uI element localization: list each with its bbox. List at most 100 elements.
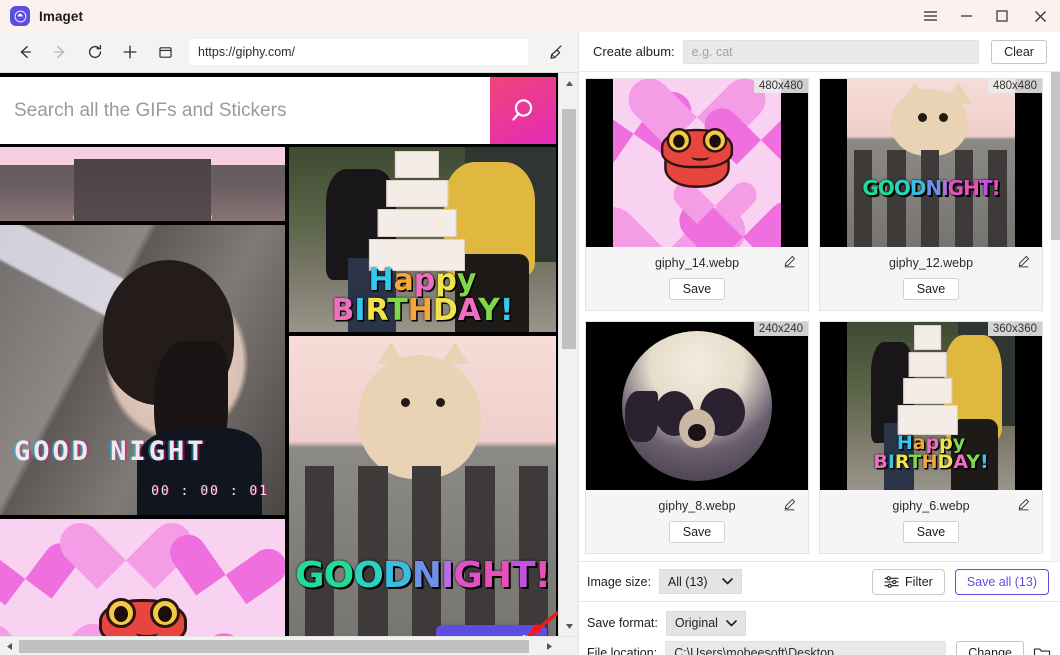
goodnight-kitten-art — [289, 336, 556, 646]
scroll-up-arrow-icon[interactable] — [559, 73, 579, 93]
save-format-select[interactable]: Original — [666, 611, 746, 636]
save-format-value: Original — [675, 616, 718, 630]
arrow-left-icon — [16, 43, 34, 61]
tabs-button[interactable] — [150, 37, 180, 67]
search-input[interactable]: Search all the GIFs and Stickers — [0, 100, 490, 122]
imaget-side-panel: Create album: e.g. cat Clear — [578, 32, 1060, 655]
save-button[interactable]: Save — [903, 521, 960, 543]
good-night-timecode: 00 : 00 : 01 — [151, 484, 269, 499]
arrow-right-icon — [51, 43, 69, 61]
imaget-window: Imaget — [0, 0, 1060, 655]
rename-button[interactable] — [1017, 498, 1030, 516]
gif-column-right: Happy BIRTHDAY! — [289, 147, 556, 646]
address-bar[interactable]: https://giphy.com/ — [189, 39, 528, 65]
goodnight-kitten-art — [847, 79, 1015, 247]
image-thumbnail[interactable]: 240x240 — [586, 322, 808, 490]
maximize-button[interactable] — [984, 0, 1020, 32]
chevron-down-icon — [726, 620, 737, 627]
gif-tile-good-night[interactable]: GOOD NIGHT 00 : 00 : 01 — [0, 225, 285, 515]
pencil-icon — [1017, 255, 1030, 268]
file-location-row: File location: C:\Users\mobeesoft\Deskto… — [587, 640, 1051, 655]
window-controls — [912, 0, 1060, 32]
reload-button[interactable] — [80, 37, 110, 67]
change-location-button[interactable]: Change — [956, 641, 1024, 655]
open-folder-button[interactable] — [1033, 646, 1051, 655]
image-size-badge: 480x480 — [754, 79, 808, 93]
image-size-select[interactable]: All (13) — [659, 569, 742, 594]
image-card[interactable]: 480x480 giphy_14.webp Save — [585, 78, 809, 311]
cloud-download-icon — [14, 10, 27, 23]
pink-hearts-frog-art — [0, 519, 285, 655]
panel-settings: Save format: Original File location: C:\… — [579, 601, 1060, 655]
gif-grid: GOOD NIGHT 00 : 00 : 01 — [0, 147, 556, 655]
filter-label: Filter — [905, 575, 933, 589]
file-location-input[interactable]: C:\Users\mobeesoft\Desktop — [665, 641, 946, 655]
image-card-meta: giphy_12.webp — [820, 247, 1042, 278]
app-logo — [10, 6, 30, 26]
image-size-badge: 240x240 — [754, 322, 808, 336]
close-button[interactable] — [1020, 0, 1060, 32]
new-tab-button[interactable] — [115, 37, 145, 67]
image-card[interactable]: 240x240 giphy_8.webp Save — [585, 321, 809, 554]
image-size-value: All (13) — [668, 575, 708, 589]
save-button[interactable]: Save — [669, 521, 726, 543]
address-bar-text: https://giphy.com/ — [198, 45, 295, 59]
webview-vertical-scrollbar[interactable] — [558, 73, 578, 636]
hamburger-menu-icon — [923, 10, 938, 22]
good-night-caption: GOOD NIGHT — [14, 436, 207, 467]
filter-button[interactable]: Filter — [872, 569, 945, 595]
image-filename: giphy_12.webp — [889, 256, 973, 270]
gif-tile-hearts-frog[interactable] — [0, 519, 285, 655]
image-card[interactable]: Happy BIRTHDAY! 360x360 giphy_6.webp — [819, 321, 1043, 554]
clean-button[interactable] — [534, 43, 578, 62]
minimize-icon — [960, 11, 973, 21]
forward-button[interactable] — [45, 37, 75, 67]
rename-button[interactable] — [1017, 255, 1030, 273]
clear-button[interactable]: Clear — [991, 40, 1047, 64]
image-filename: giphy_8.webp — [658, 499, 735, 513]
scroll-right-arrow-icon[interactable] — [540, 637, 559, 655]
save-button[interactable]: Save — [669, 278, 726, 300]
file-location-label: File location: — [587, 646, 657, 655]
title-bar: Imaget — [0, 0, 1060, 32]
minimize-button[interactable] — [948, 0, 984, 32]
save-all-button[interactable]: Save all (13) — [955, 569, 1049, 595]
folder-icon — [1033, 646, 1051, 655]
image-filename: giphy_6.webp — [892, 499, 969, 513]
back-button[interactable] — [10, 37, 40, 67]
sliders-icon — [884, 575, 899, 589]
gif-tile-tattoo[interactable] — [0, 147, 285, 221]
gif-tile-birthday[interactable]: Happy BIRTHDAY! — [289, 147, 556, 332]
rename-button[interactable] — [783, 255, 796, 273]
image-card-meta: giphy_6.webp — [820, 490, 1042, 521]
menu-button[interactable] — [912, 0, 948, 32]
vertical-scroll-thumb[interactable] — [562, 109, 576, 349]
close-icon — [1034, 10, 1047, 23]
horizontal-scroll-thumb[interactable] — [19, 640, 529, 653]
panel-scroll-thumb[interactable] — [1051, 72, 1060, 240]
chevron-down-icon — [722, 578, 733, 585]
rename-button[interactable] — [783, 498, 796, 516]
save-button[interactable]: Save — [903, 278, 960, 300]
gif-tile-goodnight-kitten[interactable]: GOODNIGHT! — [289, 336, 556, 646]
webview-horizontal-scrollbar[interactable] — [0, 636, 578, 655]
app-title: Imaget — [39, 9, 83, 24]
hearts-frog-art — [613, 79, 781, 247]
image-thumbnail[interactable]: GOODNIGHT! 480x480 — [820, 79, 1042, 247]
image-size-badge: 360x360 — [988, 322, 1042, 336]
scroll-down-arrow-icon[interactable] — [559, 616, 579, 636]
image-thumbnail[interactable]: Happy BIRTHDAY! 360x360 — [820, 322, 1042, 490]
create-album-input[interactable]: e.g. cat — [683, 40, 979, 64]
goodnight-caption: GOODNIGHT! — [289, 555, 556, 596]
scroll-left-arrow-icon[interactable] — [0, 637, 19, 655]
save-format-row: Save format: Original — [587, 610, 1051, 636]
broom-icon — [547, 43, 566, 62]
browser-toolbar: https://giphy.com/ — [0, 32, 578, 73]
panel-vertical-scrollbar[interactable] — [1051, 72, 1060, 561]
search-button[interactable] — [490, 77, 556, 144]
create-album-row: Create album: e.g. cat Clear — [579, 32, 1060, 72]
image-card-meta: giphy_14.webp — [586, 247, 808, 278]
tattoo-hands-art — [0, 147, 285, 221]
image-thumbnail[interactable]: 480x480 — [586, 79, 808, 247]
image-card[interactable]: GOODNIGHT! 480x480 giphy_12.webp — [819, 78, 1043, 311]
